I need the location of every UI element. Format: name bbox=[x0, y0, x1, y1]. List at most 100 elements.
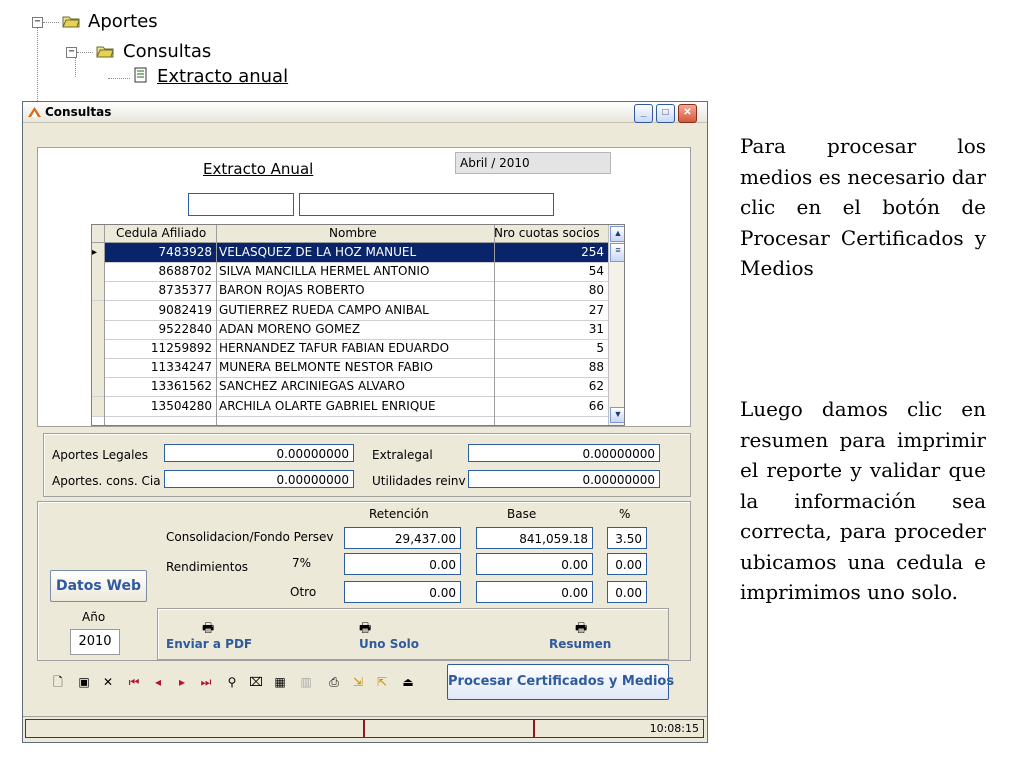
table-row[interactable]: 8735377 BARON ROJAS ROBERTO 80 bbox=[92, 281, 608, 302]
cell-cuotas: 66 bbox=[588, 398, 604, 413]
send-icon[interactable]: ⇱ bbox=[374, 674, 390, 690]
enviar-pdf-button[interactable]: 🖶 Enviar a PDF bbox=[166, 619, 256, 655]
first-record-icon[interactable]: ⏮ bbox=[126, 674, 142, 690]
otro-base[interactable]: 0.00 bbox=[476, 581, 593, 603]
save-icon[interactable]: ▣ bbox=[76, 674, 92, 690]
rend7-pct[interactable]: 0.00 bbox=[607, 553, 647, 575]
table-row[interactable]: ▸ 7483928 VELASQUEZ DE LA HOZ MANUEL 254 bbox=[92, 243, 608, 263]
folder-icon bbox=[62, 16, 80, 28]
cell-cedula: 11334247 bbox=[150, 360, 212, 375]
rend7-label: 7% bbox=[292, 556, 312, 570]
status-cell: 10:08:15 bbox=[534, 719, 704, 738]
window-title: Consultas bbox=[45, 105, 112, 119]
cell-nombre: BARON ROJAS ROBERTO bbox=[219, 283, 365, 298]
rendimientos-label: Rendimientos bbox=[166, 560, 249, 574]
new-icon[interactable]: 🗋 bbox=[50, 674, 66, 690]
table-row[interactable]: 11334247 MUNERA BELMONTE NESTOR FABIO 88 bbox=[92, 358, 608, 379]
cell-cedula: 13504280 bbox=[150, 398, 212, 413]
col-retencion-label: Retención bbox=[369, 507, 429, 521]
datos-web-button[interactable]: Datos Web bbox=[50, 570, 147, 602]
enviar-pdf-label: Enviar a PDF bbox=[166, 637, 253, 651]
totals-panel: Aportes Legales 0.00000000 Extralegal 0.… bbox=[43, 433, 691, 497]
table-row[interactable]: 11259892 HERNANDEZ TAFUR FABIAN EDUARDO 5 bbox=[92, 339, 608, 359]
scroll-down-icon[interactable]: ▼ bbox=[610, 407, 624, 423]
export-icon[interactable]: ⇲ bbox=[350, 674, 366, 690]
cell-nombre: ARCHILA OLARTE GABRIEL ENRIQUE bbox=[219, 398, 436, 413]
cell-cuotas: 80 bbox=[588, 283, 604, 298]
consolidacion-pct[interactable]: 3.50 bbox=[607, 527, 647, 549]
filter-name-input[interactable] bbox=[299, 193, 554, 216]
collapse-toggle-aportes[interactable]: − bbox=[32, 17, 43, 28]
table-row[interactable]: 13504280 ARCHILA OLARTE GABRIEL ENRIQUE 66 bbox=[92, 396, 608, 417]
otro-retencion[interactable]: 0.00 bbox=[344, 581, 461, 603]
procesar-certificados-button[interactable]: Procesar Certificados y Medios bbox=[447, 664, 674, 700]
affiliates-grid[interactable]: Cedula Afiliado Nombre Nro cuotas socios… bbox=[91, 224, 625, 426]
col-nombre[interactable]: Nombre bbox=[329, 226, 377, 240]
maximize-button[interactable]: □ bbox=[656, 104, 675, 123]
cell-nombre: VELASQUEZ DE LA HOZ MANUEL bbox=[219, 245, 417, 259]
consultas-window: Consultas _ □ ✕ Extracto Anual Abril / 2… bbox=[22, 101, 708, 743]
utilidades-value[interactable]: 0.00000000 bbox=[468, 470, 660, 488]
status-bar: 10:08:15 bbox=[23, 716, 707, 739]
minimize-button[interactable]: _ bbox=[634, 104, 653, 123]
find-icon[interactable]: ⚲ bbox=[224, 674, 240, 690]
tree-connector bbox=[77, 52, 93, 53]
cell-nombre: MUNERA BELMONTE NESTOR FABIO bbox=[219, 360, 433, 375]
consolidacion-base[interactable]: 841,059.18 bbox=[476, 527, 593, 549]
tree-connector bbox=[43, 22, 59, 23]
cell-cuotas: 5 bbox=[596, 341, 604, 355]
previous-record-icon[interactable]: ◂ bbox=[150, 674, 166, 690]
uno-solo-button[interactable]: 🖶 Uno Solo bbox=[359, 619, 427, 655]
status-time: 10:08:15 bbox=[649, 722, 699, 735]
anio-input[interactable]: 2010 bbox=[70, 629, 120, 655]
cell-cedula: 7483928 bbox=[158, 245, 212, 259]
camera-icon[interactable]: ⌧ bbox=[248, 674, 264, 690]
folder-icon bbox=[96, 46, 114, 58]
chart-icon[interactable]: ▥ bbox=[298, 674, 314, 690]
scroll-up-icon[interactable]: ▲ bbox=[610, 226, 624, 242]
cell-cuotas: 88 bbox=[588, 360, 604, 375]
table-row[interactable]: 8688702 SILVA MANCILLA HERMEL ANTONIO 54 bbox=[92, 262, 608, 283]
delete-icon[interactable]: ✕ bbox=[100, 674, 116, 690]
grid-scrollbar[interactable]: ▲ ≡ ▼ bbox=[608, 225, 624, 425]
otro-label: Otro bbox=[290, 585, 317, 599]
grid-icon[interactable]: ▦ bbox=[272, 674, 288, 690]
collapse-toggle-consultas[interactable]: − bbox=[66, 47, 77, 58]
rend7-base[interactable]: 0.00 bbox=[476, 553, 593, 575]
table-row[interactable]: 9522840 ADAN MORENO GOMEZ 31 bbox=[92, 319, 608, 340]
status-cell bbox=[25, 719, 364, 738]
resumen-button[interactable]: 🖶 Resumen bbox=[549, 619, 621, 655]
aportes-legales-label: Aportes Legales bbox=[52, 448, 149, 462]
tree-connector bbox=[37, 27, 38, 101]
rend7-retencion[interactable]: 0.00 bbox=[344, 553, 461, 575]
col-cuotas[interactable]: Nro cuotas socios bbox=[494, 226, 600, 240]
filter-code-input[interactable] bbox=[188, 193, 294, 216]
grid-header: Cedula Afiliado Nombre Nro cuotas socios bbox=[92, 225, 608, 243]
close-button[interactable]: ✕ bbox=[678, 104, 697, 123]
table-row[interactable]: 13361562 SANCHEZ ARCINIEGAS ALVARO 62 bbox=[92, 377, 608, 398]
tree-item-aportes[interactable]: Aportes bbox=[88, 11, 158, 32]
status-cell bbox=[364, 719, 534, 738]
col-cedula[interactable]: Cedula Afiliado bbox=[116, 226, 206, 240]
scroll-thumb[interactable]: ≡ bbox=[610, 243, 624, 262]
cell-cuotas: 27 bbox=[588, 302, 604, 317]
aportes-cons-label: Aportes. cons. Cia bbox=[52, 474, 161, 488]
col-pct-label: % bbox=[619, 507, 631, 521]
last-record-icon[interactable]: ⏭ bbox=[198, 674, 214, 690]
exit-icon[interactable]: ⏏ bbox=[400, 674, 416, 690]
instruction-paragraph-1: Para procesar los medios es necesario da… bbox=[740, 134, 986, 280]
extralegal-value[interactable]: 0.00000000 bbox=[468, 444, 660, 462]
tree-item-extracto-anual[interactable]: Extracto anual bbox=[157, 66, 288, 87]
print-icon[interactable]: ⎙ bbox=[326, 674, 342, 690]
cell-cedula: 8735377 bbox=[158, 283, 212, 298]
consolidacion-retencion[interactable]: 29,437.00 bbox=[344, 527, 461, 549]
otro-pct[interactable]: 0.00 bbox=[607, 581, 647, 603]
period-display: Abril / 2010 bbox=[455, 152, 611, 174]
next-record-icon[interactable]: ▸ bbox=[174, 674, 190, 690]
table-row[interactable]: 9082419 GUTIERREZ RUEDA CAMPO ANIBAL 27 bbox=[92, 300, 608, 321]
anio-label: Año bbox=[82, 610, 106, 624]
aportes-cons-value[interactable]: 0.00000000 bbox=[164, 470, 354, 488]
tree-item-consultas[interactable]: Consultas bbox=[123, 41, 211, 62]
aportes-legales-value[interactable]: 0.00000000 bbox=[164, 444, 354, 462]
window-titlebar[interactable]: Consultas _ □ ✕ bbox=[23, 102, 707, 123]
